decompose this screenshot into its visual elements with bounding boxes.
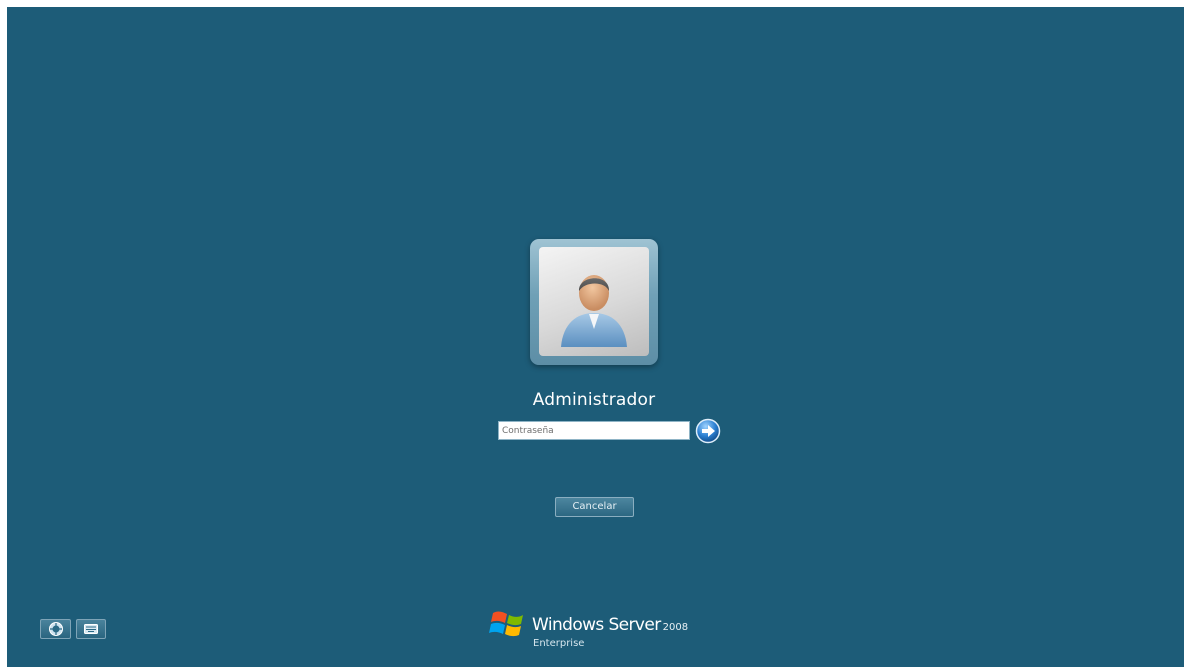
product-version: 2008 xyxy=(662,622,689,633)
ease-of-access-button[interactable] xyxy=(40,619,71,639)
user-name: Administrador xyxy=(532,390,656,410)
keyboard-button[interactable] xyxy=(76,619,106,639)
product-edition: Enterprise xyxy=(533,638,585,649)
submit-arrow-button[interactable] xyxy=(695,418,721,444)
user-avatar-icon xyxy=(539,247,649,356)
product-name: Windows Server 2008 xyxy=(532,615,689,635)
windows-flag-icon xyxy=(489,611,523,637)
cancel-button[interactable]: Cancelar xyxy=(555,497,634,517)
password-input[interactable] xyxy=(498,421,690,440)
user-tile[interactable] xyxy=(530,239,658,365)
ease-of-access-icon xyxy=(48,622,63,636)
arrow-right-icon xyxy=(695,418,721,444)
logon-screen: Administrador Cancelar Windows Server 20… xyxy=(7,7,1184,667)
keyboard-icon xyxy=(84,624,98,634)
windows-server-branding: Windows Server 2008 Enterprise xyxy=(489,607,729,657)
